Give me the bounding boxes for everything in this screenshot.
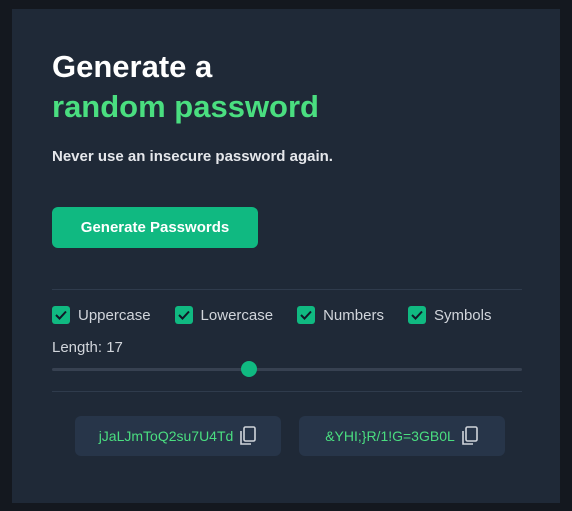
slider-track[interactable] [52,368,522,371]
option-numbers[interactable]: Numbers [297,306,384,324]
length-slider[interactable] [52,359,522,379]
title-line-2: random password [52,89,319,124]
password-output-1[interactable]: jJaLJmToQ2su7U4Td [75,416,281,456]
copy-icon[interactable] [461,426,479,446]
checkmark-icon [177,310,190,320]
symbols-checkbox[interactable] [407,306,426,324]
generate-passwords-button[interactable]: Generate Passwords [52,207,258,248]
password-text: jJaLJmToQ2su7U4Td [98,428,234,444]
symbols-label: Symbols [433,306,492,324]
divider-top [52,289,522,290]
uppercase-checkbox[interactable] [52,306,70,324]
password-text: &YHI;}R/1!G=3GB0L [325,428,455,444]
option-symbols[interactable]: Symbols [407,306,492,324]
slider-thumb[interactable] [241,361,258,377]
options-row: Uppercase Lowercase Numbers Symbols [52,306,515,324]
uppercase-label: Uppercase [78,306,151,324]
page-title: Generate a random password [52,47,319,127]
lowercase-label: Lowercase [200,306,274,324]
option-lowercase[interactable]: Lowercase [174,306,274,324]
subtitle: Never use an insecure password again. [52,148,333,165]
checkmark-icon [411,310,423,320]
password-output-2[interactable]: &YHI;}R/1!G=3GB0L [299,416,505,456]
numbers-label: Numbers [323,306,384,324]
password-generator-card: Generate a random password Never use an … [12,9,560,503]
divider-bottom [52,391,522,392]
title-line-1: Generate a [52,49,213,84]
lowercase-checkbox[interactable] [174,306,193,324]
copy-icon[interactable] [239,426,257,446]
checkmark-icon [55,310,67,320]
option-uppercase[interactable]: Uppercase [52,306,151,324]
length-label: Length: 17 [52,339,123,356]
numbers-checkbox[interactable] [297,306,316,324]
checkmark-icon [300,310,312,320]
